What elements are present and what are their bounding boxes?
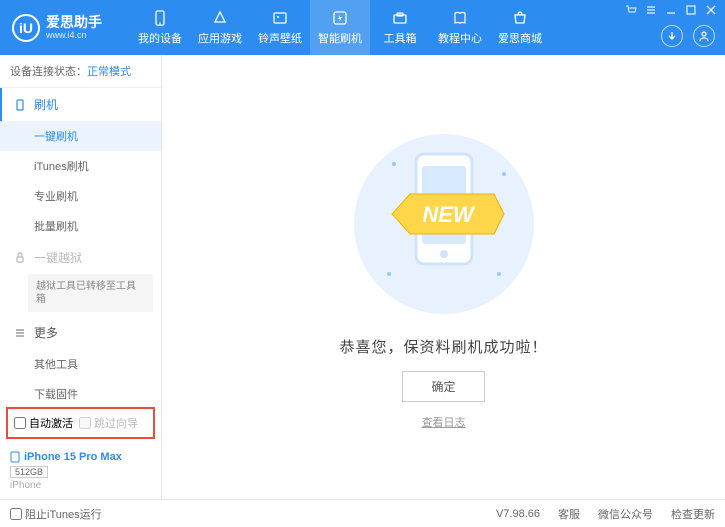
sub-download-firmware[interactable]: 下载固件 bbox=[0, 379, 161, 403]
checkbox-label: 阻止iTunes运行 bbox=[25, 506, 102, 522]
view-log-link[interactable]: 查看日志 bbox=[422, 414, 466, 430]
phone-icon bbox=[151, 9, 169, 27]
app-title: 爱思助手 bbox=[46, 15, 102, 30]
nav-label: 铃声壁纸 bbox=[258, 30, 302, 46]
group-more[interactable]: 更多 bbox=[0, 316, 161, 349]
checkbox-label: 自动激活 bbox=[29, 415, 73, 431]
logo-icon: iU bbox=[12, 14, 40, 42]
device-status: 设备连接状态：正常模式 bbox=[0, 55, 161, 88]
maximize-icon[interactable] bbox=[685, 4, 697, 16]
header-action-icons bbox=[661, 25, 715, 47]
sidebar: 设备连接状态：正常模式 刷机 一键刷机 iTunes刷机 专业刷机 批量刷机 一… bbox=[0, 55, 162, 499]
nav-flash[interactable]: 智能刷机 bbox=[310, 0, 370, 55]
nav-tutorials[interactable]: 教程中心 bbox=[430, 0, 490, 55]
footer: 阻止iTunes运行 V7.98.66 客服 微信公众号 检查更新 bbox=[0, 499, 725, 527]
sub-batch-flash[interactable]: 批量刷机 bbox=[0, 211, 161, 241]
sub-itunes-flash[interactable]: iTunes刷机 bbox=[0, 151, 161, 181]
store-icon bbox=[511, 9, 529, 27]
flash-icon bbox=[331, 9, 349, 27]
side-nav: 刷机 一键刷机 iTunes刷机 专业刷机 批量刷机 一键越狱 越狱工具已转移至… bbox=[0, 88, 161, 403]
logo-area: iU 爱思助手 www.i4.cn bbox=[0, 14, 130, 42]
app-url: www.i4.cn bbox=[46, 30, 102, 40]
sub-oneclick-flash[interactable]: 一键刷机 bbox=[0, 121, 161, 151]
toolbox-icon bbox=[391, 9, 409, 27]
checkbox-input[interactable] bbox=[14, 417, 26, 429]
nav-apps[interactable]: 应用游戏 bbox=[190, 0, 250, 55]
device-info: iPhone 15 Pro Max 512GB iPhone bbox=[0, 447, 161, 499]
options-box: 自动激活 跳过向导 bbox=[6, 407, 155, 439]
nav-ringtones[interactable]: 铃声壁纸 bbox=[250, 0, 310, 55]
phone-small-icon bbox=[10, 451, 20, 463]
success-message: 恭喜您，保资料刷机成功啦！ bbox=[339, 336, 547, 357]
main-content: NEW 恭喜您，保资料刷机成功啦！ 确定 查看日志 bbox=[162, 55, 725, 499]
device-storage: 512GB bbox=[10, 466, 48, 478]
nav-label: 爱思商城 bbox=[498, 30, 542, 46]
close-icon[interactable] bbox=[705, 4, 717, 16]
checkbox-input[interactable] bbox=[10, 508, 22, 520]
nav-store[interactable]: 爱思商城 bbox=[490, 0, 550, 55]
checkbox-label: 跳过向导 bbox=[94, 415, 138, 431]
nav-label: 工具箱 bbox=[384, 30, 417, 46]
checkbox-input bbox=[79, 417, 91, 429]
cart-icon[interactable] bbox=[625, 4, 637, 16]
jailbreak-note: 越狱工具已转移至工具箱 bbox=[28, 274, 153, 312]
window-controls bbox=[625, 4, 717, 16]
group-label: 刷机 bbox=[34, 96, 58, 113]
download-button[interactable] bbox=[661, 25, 683, 47]
group-label: 更多 bbox=[34, 324, 58, 341]
status-value: 正常模式 bbox=[87, 66, 131, 78]
footer-link-wechat[interactable]: 微信公众号 bbox=[598, 506, 653, 522]
flash-group-icon bbox=[14, 99, 28, 111]
checkbox-block-itunes[interactable]: 阻止iTunes运行 bbox=[10, 506, 102, 522]
group-label: 一键越狱 bbox=[34, 249, 82, 266]
sub-pro-flash[interactable]: 专业刷机 bbox=[0, 181, 161, 211]
status-label: 设备连接状态： bbox=[10, 66, 87, 78]
user-button[interactable] bbox=[693, 25, 715, 47]
nav-label: 我的设备 bbox=[138, 30, 182, 46]
sub-other-tools[interactable]: 其他工具 bbox=[0, 349, 161, 379]
banner-text: NEW bbox=[422, 202, 476, 227]
nav-label: 智能刷机 bbox=[318, 30, 362, 46]
footer-link-update[interactable]: 检查更新 bbox=[671, 506, 715, 522]
success-illustration: NEW bbox=[344, 124, 544, 324]
nav-label: 教程中心 bbox=[438, 30, 482, 46]
wallpaper-icon bbox=[271, 9, 289, 27]
checkbox-skip-guide[interactable]: 跳过向导 bbox=[79, 415, 138, 431]
top-nav: 我的设备 应用游戏 铃声壁纸 智能刷机 工具箱 教程中心 爱思商城 bbox=[130, 0, 550, 55]
nav-toolbox[interactable]: 工具箱 bbox=[370, 0, 430, 55]
device-name-text: iPhone 15 Pro Max bbox=[24, 451, 122, 463]
book-icon bbox=[451, 9, 469, 27]
menu-icon[interactable] bbox=[645, 4, 657, 16]
app-header: iU 爱思助手 www.i4.cn 我的设备 应用游戏 铃声壁纸 智能刷机 工具… bbox=[0, 0, 725, 55]
version-label: V7.98.66 bbox=[496, 508, 540, 520]
checkbox-auto-activate[interactable]: 自动激活 bbox=[14, 415, 73, 431]
group-jailbreak: 一键越狱 bbox=[0, 241, 161, 274]
more-icon bbox=[14, 327, 28, 339]
lock-icon bbox=[14, 252, 28, 264]
nav-label: 应用游戏 bbox=[198, 30, 242, 46]
footer-link-support[interactable]: 客服 bbox=[558, 506, 580, 522]
device-name[interactable]: iPhone 15 Pro Max bbox=[10, 451, 151, 463]
minimize-icon[interactable] bbox=[665, 4, 677, 16]
apps-icon bbox=[211, 9, 229, 27]
device-type: iPhone bbox=[10, 480, 151, 491]
nav-my-device[interactable]: 我的设备 bbox=[130, 0, 190, 55]
group-flash[interactable]: 刷机 bbox=[0, 88, 161, 121]
ok-button[interactable]: 确定 bbox=[402, 371, 484, 402]
